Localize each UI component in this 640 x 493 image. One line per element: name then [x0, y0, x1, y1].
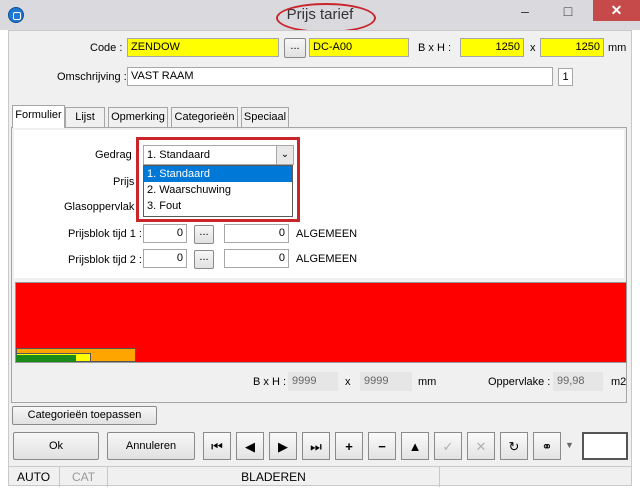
omschrijving-count: 1	[558, 68, 573, 86]
prijsblok1-input[interactable]: 0	[143, 224, 187, 243]
prijsblok1-label: Prijsblok tijd 1 :	[68, 228, 142, 240]
previous-record-icon[interactable]: ◀	[236, 432, 264, 460]
bottom-bxh-label: B x H :	[253, 376, 287, 388]
gedrag-label: Gedrag	[95, 149, 132, 161]
code-input[interactable]: ZENDOW	[127, 38, 279, 57]
add-record-icon[interactable]: +	[335, 432, 363, 460]
edit-record-icon[interactable]: ▲	[401, 432, 429, 460]
prijs-label: Prijs	[113, 176, 135, 188]
bxh-label: B x H :	[418, 42, 452, 54]
status-bar: AUTO CAT BLADEREN	[8, 466, 632, 487]
bottom-times-sign: x	[345, 376, 351, 388]
bottom-h-value: 9999	[360, 372, 412, 391]
ok-button[interactable]: Ok	[13, 432, 99, 460]
dropdown-highlight-box	[136, 137, 300, 222]
refresh-icon[interactable]: ↻	[500, 432, 528, 460]
height-input[interactable]: 1250	[540, 38, 604, 57]
color-preview-box	[582, 432, 628, 460]
tab-lijst[interactable]: Lijst	[65, 107, 105, 127]
prijsblok1-text: ALGEMEEN	[296, 228, 358, 240]
prijsblok2-browse-button[interactable]: ...	[194, 250, 214, 269]
omschrijving-label: Omschrijving :	[57, 71, 127, 83]
cancel-edit-icon[interactable]: ✕	[467, 432, 495, 460]
post-record-icon[interactable]: ✓	[434, 432, 462, 460]
prijsblok1-browse-button[interactable]: ...	[194, 225, 214, 244]
annuleren-button[interactable]: Annuleren	[107, 432, 195, 460]
prijsblok2-text: ALGEMEEN	[296, 253, 358, 265]
preview-bar-green	[16, 355, 76, 362]
search-binoculars-icon[interactable]: ⚭	[533, 432, 561, 460]
omschrijving-input[interactable]: VAST RAAM	[127, 67, 553, 86]
glasoppervlak-label: Glasoppervlak	[64, 201, 135, 213]
prijsblok2-input[interactable]: 0	[143, 249, 187, 268]
m2-label: m2	[611, 376, 627, 388]
code-browse-button[interactable]: ...	[284, 38, 306, 58]
status-auto: AUTO	[8, 467, 60, 487]
code-label: Code :	[90, 42, 123, 54]
oppervlakte-value: 99,98	[553, 372, 603, 391]
width-input[interactable]: 1250	[460, 38, 524, 57]
close-button[interactable]: ✕	[593, 0, 640, 21]
status-bladeren: BLADEREN	[108, 467, 440, 487]
tab-opmerking[interactable]: Opmerking	[108, 107, 168, 127]
times-sign: x	[530, 42, 536, 54]
bottom-mm-label: mm	[418, 376, 437, 388]
search-dropdown-chevron-icon[interactable]: ▼	[565, 440, 575, 452]
status-cat: CAT	[60, 467, 108, 487]
first-record-icon[interactable]: ⏮	[203, 432, 231, 460]
code2-input[interactable]: DC-A00	[309, 38, 409, 57]
tab-categorieen[interactable]: Categorieën	[171, 107, 238, 127]
next-record-icon[interactable]: ▶	[269, 432, 297, 460]
prijsblok2-label: Prijsblok tijd 2 :	[68, 254, 142, 266]
oppervlakte-label: Oppervlake :	[488, 376, 551, 388]
maximize-button[interactable]: □	[548, 1, 588, 21]
categorieen-toepassen-button[interactable]: Categorieën toepassen	[12, 406, 157, 425]
tab-formulier[interactable]: Formulier	[12, 105, 65, 128]
tab-speciaal[interactable]: Speciaal	[241, 107, 289, 127]
prijsblok1-input2[interactable]: 0	[224, 224, 289, 243]
minimize-button[interactable]: –	[505, 1, 545, 21]
last-record-icon[interactable]: ⏭	[302, 432, 330, 460]
prijsblok2-input2[interactable]: 0	[224, 249, 289, 268]
delete-record-icon[interactable]: −	[368, 432, 396, 460]
unit-label: mm	[608, 42, 627, 54]
bottom-b-value: 9999	[288, 372, 338, 391]
title-highlight-oval	[276, 3, 376, 33]
